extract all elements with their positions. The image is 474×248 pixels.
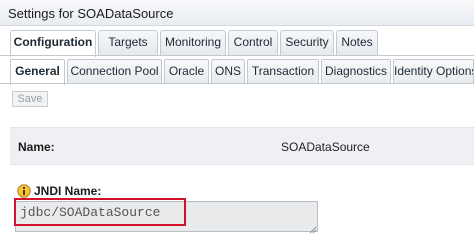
tab-general[interactable]: General xyxy=(10,59,65,85)
name-value: SOADataSource xyxy=(281,140,370,154)
tab-connection-pool[interactable]: Connection Pool xyxy=(67,59,162,83)
primary-tab-divider xyxy=(0,55,474,56)
tab-identity-options[interactable]: Identity Options xyxy=(393,59,474,83)
tab-transaction[interactable]: Transaction xyxy=(247,59,319,83)
secondary-tab-divider xyxy=(0,83,474,84)
jndi-name-field[interactable]: jdbc/SOADataSource xyxy=(15,201,318,232)
page-title: Settings for SOADataSource xyxy=(8,6,174,21)
tab-notes[interactable]: Notes xyxy=(336,30,378,55)
tab-monitoring[interactable]: Monitoring xyxy=(160,30,226,55)
settings-title-bar: Settings for SOADataSource xyxy=(0,0,474,26)
tab-configuration[interactable]: Configuration xyxy=(10,30,96,57)
tab-diagnostics[interactable]: Diagnostics xyxy=(321,59,391,83)
save-button[interactable]: Save xyxy=(12,91,48,107)
tab-ons[interactable]: ONS xyxy=(211,59,245,83)
jndi-name-label: JNDI Name: xyxy=(34,184,102,198)
name-row: Name: SOADataSource xyxy=(10,127,474,165)
info-lock-icon[interactable] xyxy=(17,184,31,198)
tab-control[interactable]: Control xyxy=(228,30,278,55)
tab-oracle[interactable]: Oracle xyxy=(164,59,209,83)
name-label: Name: xyxy=(18,140,55,154)
resize-grip-icon[interactable] xyxy=(309,223,317,234)
tab-security[interactable]: Security xyxy=(280,30,334,55)
tab-targets[interactable]: Targets xyxy=(98,30,158,55)
